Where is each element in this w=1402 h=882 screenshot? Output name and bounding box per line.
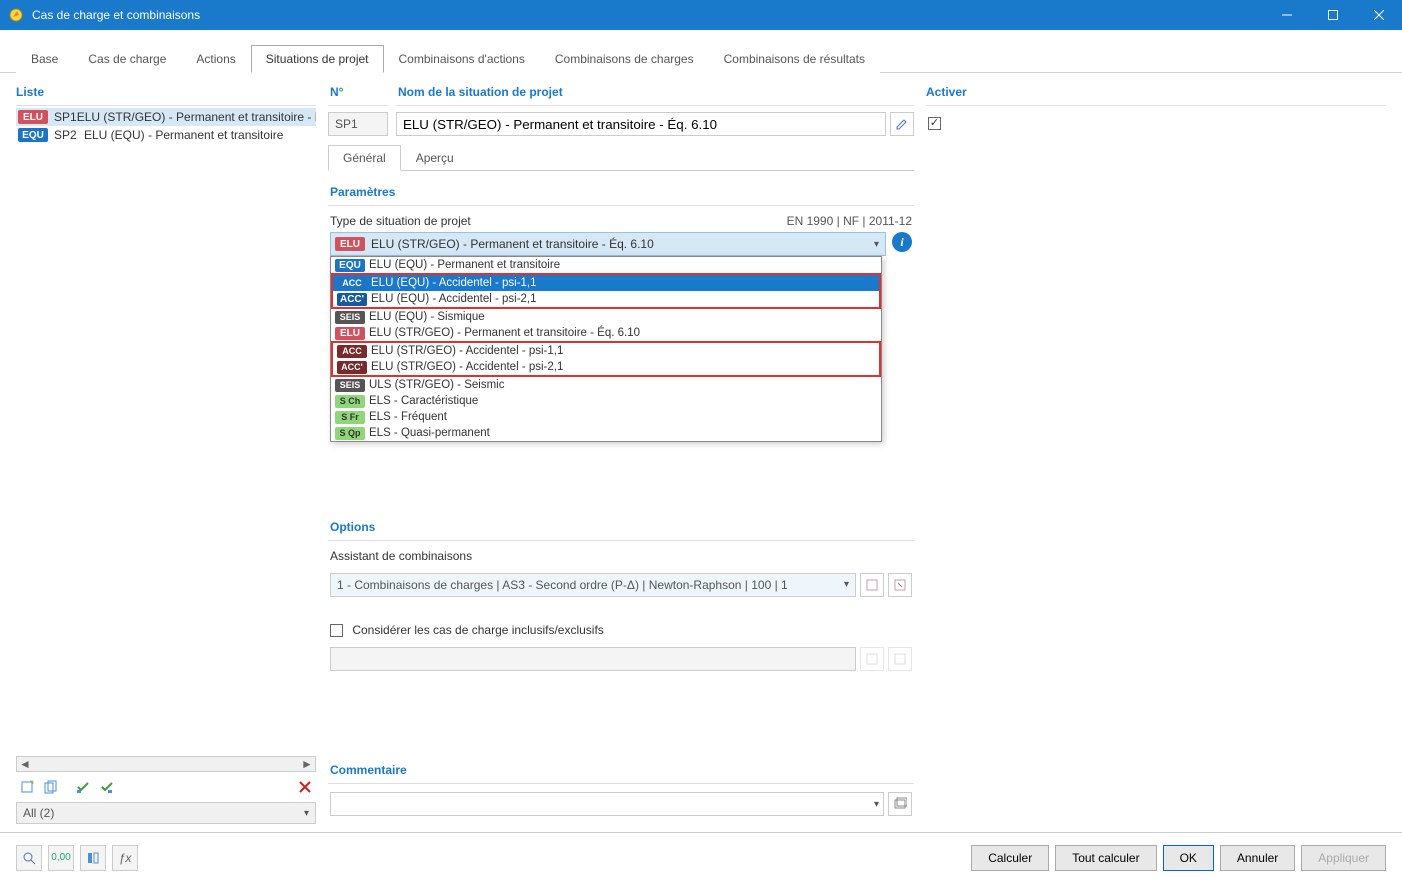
tab-cas-de-charge[interactable]: Cas de charge — [73, 45, 181, 73]
view-tool-icon[interactable] — [80, 845, 106, 871]
dropdown-item[interactable]: SEISULS (STR/GEO) - Seismic — [331, 377, 881, 393]
tout-calculer-button[interactable]: Tout calculer — [1055, 845, 1156, 871]
chevron-down-icon: ▾ — [874, 239, 879, 250]
chevron-down-icon: ▾ — [844, 579, 849, 590]
type-label: Type de situation de projet — [330, 214, 471, 228]
subtabs: Général Aperçu — [328, 144, 914, 171]
scroll-left-icon[interactable]: ◄ — [17, 757, 33, 771]
assistant-new-button[interactable] — [860, 573, 884, 597]
new-item-button[interactable] — [16, 776, 38, 798]
appliquer-button: Appliquer — [1301, 845, 1386, 871]
options-title: Options — [328, 514, 914, 541]
list-item-sp: SP2 — [54, 128, 84, 142]
assistant-select[interactable]: 1 - Combinaisons de charges | AS3 - Seco… — [330, 573, 856, 597]
tab-combinaisons-resultats[interactable]: Combinaisons de résultats — [709, 45, 880, 73]
info-icon[interactable]: i — [892, 232, 912, 252]
badge-equ: EQU — [18, 128, 48, 142]
tab-combinaisons-charges[interactable]: Combinaisons de charges — [540, 45, 709, 73]
activer-title: Activer — [926, 81, 1386, 106]
exclusif-new-button — [860, 647, 884, 671]
edit-name-button[interactable] — [890, 112, 914, 136]
chevron-down-icon: ▾ — [874, 799, 879, 810]
commentaire-button[interactable] — [888, 792, 912, 816]
close-button[interactable] — [1356, 0, 1402, 30]
chevron-down-icon: ▾ — [304, 808, 309, 819]
list-item-text: ELU (EQU) - Permanent et transitoire — [84, 128, 283, 142]
liste-title: Liste — [16, 81, 316, 106]
commentaire-select[interactable]: ▾ — [330, 792, 884, 816]
commentaire-title: Commentaire — [328, 757, 914, 784]
dropdown-item[interactable]: ACC'ELU (STR/GEO) - Accidentel - psi-2,1 — [333, 359, 879, 375]
situation-list[interactable]: ELU SP1 ELU (STR/GEO) - Permanent et tra… — [16, 108, 316, 756]
scroll-right-icon[interactable]: ► — [299, 757, 315, 771]
consider-checkbox[interactable] — [330, 624, 343, 637]
pencil-icon — [895, 117, 909, 131]
check-blue-button[interactable] — [96, 776, 118, 798]
parametres-title: Paramètres — [328, 179, 914, 206]
dropdown-item[interactable]: S ChELS - Caractéristique — [331, 393, 881, 409]
list-item[interactable]: EQU SP2 ELU (EQU) - Permanent et transit… — [16, 126, 316, 144]
filter-select[interactable]: All (2) ▾ — [16, 802, 316, 824]
list-toolbar — [16, 772, 316, 802]
badge-elu: ELU — [18, 110, 48, 124]
type-dropdown[interactable]: ELU ELU (STR/GEO) - Permanent et transit… — [330, 232, 886, 256]
exclusif-select — [330, 647, 856, 671]
main-tabs: Base Cas de charge Actions Situations de… — [0, 30, 1402, 73]
dropdown-item[interactable]: ACCELU (EQU) - Accidentel - psi-1,1 — [333, 275, 879, 291]
maximize-button[interactable] — [1310, 0, 1356, 30]
tab-situations-de-projet[interactable]: Situations de projet — [251, 45, 384, 73]
tab-base[interactable]: Base — [16, 45, 73, 73]
exclusif-edit-button — [888, 647, 912, 671]
window-title: Cas de charge et combinaisons — [32, 8, 1264, 22]
badge-elu: ELU — [335, 237, 365, 251]
list-horizontal-scrollbar[interactable]: ◄ ► — [16, 756, 316, 772]
dropdown-item[interactable]: EQUELU (EQU) - Permanent et transitoire — [331, 257, 881, 273]
search-tool-icon[interactable] — [16, 845, 42, 871]
footer: 0,00 ƒx Calculer Tout calculer OK Annule… — [0, 832, 1402, 882]
units-tool-icon[interactable]: 0,00 — [48, 845, 74, 871]
list-item-sp: SP1 — [54, 110, 77, 124]
dropdown-item[interactable]: SEISELU (EQU) - Sismique — [331, 309, 881, 325]
dropdown-item[interactable]: ACCELU (STR/GEO) - Accidentel - psi-1,1 — [333, 343, 879, 359]
standard-text: EN 1990 | NF | 2011-12 — [787, 214, 912, 228]
list-item[interactable]: ELU SP1 ELU (STR/GEO) - Permanent et tra… — [16, 108, 316, 126]
copy-item-button[interactable] — [40, 776, 62, 798]
check-green-button[interactable] — [72, 776, 94, 798]
delete-button[interactable] — [294, 776, 316, 798]
annuler-button[interactable]: Annuler — [1220, 845, 1295, 871]
consider-checkbox-row[interactable]: Considérer les cas de charge inclusifs/e… — [330, 623, 912, 637]
subtab-apercu[interactable]: Aperçu — [401, 145, 469, 171]
dropdown-item[interactable]: ACC'ELU (EQU) - Accidentel - psi-2,1 — [333, 291, 879, 307]
dropdown-item[interactable]: ELUELU (STR/GEO) - Permanent et transito… — [331, 325, 881, 341]
no-label: N° — [328, 81, 388, 106]
subtab-general[interactable]: Général — [328, 145, 401, 171]
tab-combinaisons-actions[interactable]: Combinaisons d'actions — [384, 45, 540, 73]
name-input[interactable] — [396, 112, 886, 136]
dropdown-selected-text: ELU (STR/GEO) - Permanent et transitoire… — [371, 237, 654, 251]
assistant-label: Assistant de combinaisons — [330, 549, 912, 563]
list-item-text: ELU (STR/GEO) - Permanent et transitoire… — [77, 110, 316, 124]
minimize-button[interactable] — [1264, 0, 1310, 30]
assistant-edit-button[interactable] — [888, 573, 912, 597]
activer-checkbox[interactable] — [928, 117, 941, 130]
dropdown-item[interactable]: S FrELS - Fréquent — [331, 409, 881, 425]
titlebar: Cas de charge et combinaisons — [0, 0, 1402, 30]
consider-label: Considérer les cas de charge inclusifs/e… — [352, 623, 603, 637]
assistant-value: 1 - Combinaisons de charges | AS3 - Seco… — [337, 578, 788, 592]
ok-button[interactable]: OK — [1163, 845, 1214, 871]
app-icon — [8, 7, 24, 23]
type-dropdown-list[interactable]: EQUELU (EQU) - Permanent et transitoire … — [330, 256, 882, 442]
name-label: Nom de la situation de projet — [396, 81, 914, 106]
window-controls — [1264, 0, 1402, 30]
no-field: SP1 — [328, 112, 388, 136]
formula-tool-icon[interactable]: ƒx — [112, 845, 138, 871]
tab-actions[interactable]: Actions — [181, 45, 250, 73]
filter-text: All (2) — [23, 806, 54, 820]
calculer-button[interactable]: Calculer — [971, 845, 1049, 871]
dropdown-item[interactable]: S QpELS - Quasi-permanent — [331, 425, 881, 441]
